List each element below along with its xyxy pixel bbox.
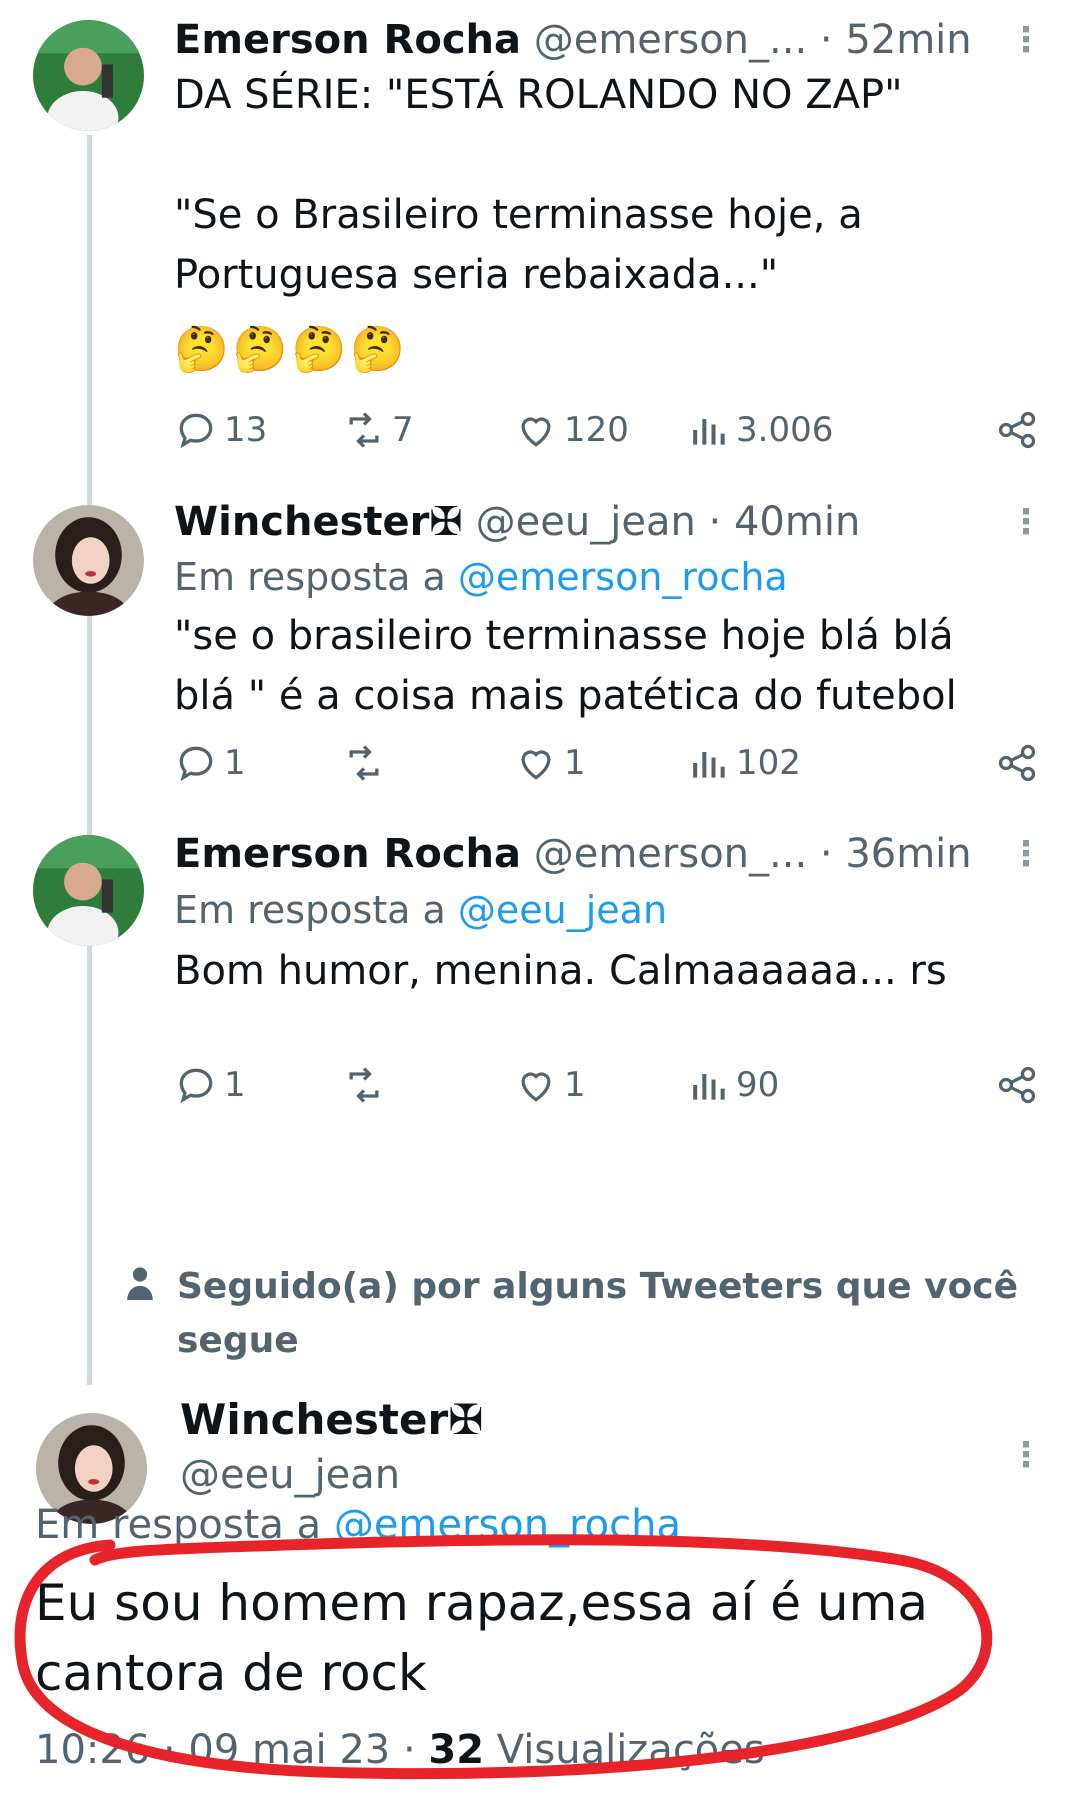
share-icon — [998, 1066, 1036, 1104]
avatar[interactable] — [33, 505, 144, 616]
tweet-actions: 1 1 90 — [174, 1060, 1039, 1110]
like-count: 1 — [564, 743, 586, 783]
more-icon[interactable]: ⋮ — [1009, 15, 1043, 65]
author-name[interactable]: Emerson Rocha — [174, 831, 521, 877]
avatar[interactable] — [33, 835, 144, 946]
like-count: 1 — [564, 1065, 586, 1105]
mention-link[interactable]: @emerson_rocha — [334, 1502, 681, 1548]
focal-tweet-meta: 10:26 · 09 mai 23 · 32 Visualizações — [35, 1722, 765, 1778]
replying-prefix: Em resposta a — [174, 555, 458, 599]
author-handle[interactable]: @eeu_jean — [180, 1450, 400, 1500]
like-button[interactable]: 1 — [514, 738, 586, 788]
tweet-text: DA SÉRIE: "ESTÁ ROLANDO NO ZAP" "Se o Br… — [174, 72, 903, 298]
retweet-icon — [349, 412, 379, 448]
focal-views-count: 32 — [428, 1727, 485, 1773]
tweet-header: Emerson Rocha @emerson_... · 36min — [174, 829, 1019, 879]
like-icon — [521, 1072, 551, 1102]
focal-views-label[interactable]: Visualizações — [484, 1727, 765, 1773]
followed-note-text: Seguido(a) por alguns Tweeters que você … — [177, 1266, 1019, 1361]
share-button[interactable] — [995, 738, 1039, 788]
author-handle[interactable]: @eeu_jean — [476, 499, 696, 545]
views-button[interactable]: 3.006 — [686, 405, 833, 455]
more-icon[interactable]: ⋮ — [1009, 1430, 1043, 1480]
tweet-text: "se o brasileiro terminasse hoje blá blá… — [174, 613, 957, 719]
reply-button[interactable]: 1 — [174, 1060, 246, 1110]
views-icon — [693, 1074, 725, 1100]
retweet-button[interactable]: 7 — [342, 405, 414, 455]
views-button[interactable]: 90 — [686, 1060, 779, 1110]
tweet-emoji: 🤔🤔🤔🤔 — [174, 324, 410, 375]
mention-link[interactable]: @emerson_rocha — [458, 555, 788, 599]
share-button[interactable] — [995, 405, 1039, 455]
share-button[interactable] — [995, 1060, 1039, 1110]
views-button[interactable]: 102 — [686, 738, 801, 788]
focal-tweet-text: Eu sou homem rapaz,essa aí é uma cantora… — [35, 1574, 928, 1702]
views-count: 90 — [736, 1065, 780, 1105]
retweet-button[interactable] — [342, 1060, 392, 1110]
author-name[interactable]: Winchester✠ — [180, 1393, 483, 1447]
share-icon — [998, 744, 1036, 782]
reply-count: 1 — [224, 743, 246, 783]
thread-line — [87, 135, 92, 1385]
person-icon — [127, 1267, 153, 1300]
retweet-count: 7 — [392, 410, 414, 450]
retweet-icon — [349, 1067, 379, 1103]
tweet-header: Winchester✠ @eeu_jean · 40min — [174, 497, 1019, 547]
reply-button[interactable]: 13 — [174, 405, 267, 455]
avatar[interactable] — [33, 20, 144, 131]
views-icon — [693, 419, 725, 445]
author-name[interactable]: Emerson Rocha — [174, 17, 521, 63]
views-count: 102 — [736, 743, 801, 783]
tweet-time[interactable]: · 40min — [709, 499, 861, 545]
tweet-text: Bom humor, menina. Calmaaaaaa... rs — [174, 948, 947, 994]
mention-link[interactable]: @eeu_jean — [458, 888, 667, 932]
reply-icon — [179, 413, 213, 449]
replying-to: Em resposta a @emerson_rocha — [174, 552, 788, 602]
tweet-time[interactable]: · 52min — [820, 17, 972, 63]
author-name[interactable]: Winchester✠ — [174, 499, 463, 545]
focal-timestamp[interactable]: 10:26 · 09 mai 23 · — [35, 1727, 428, 1773]
reply-icon — [179, 746, 213, 782]
reply-count: 1 — [224, 1065, 246, 1105]
reply-count: 13 — [224, 410, 268, 450]
like-count: 120 — [564, 410, 629, 450]
tweet-actions: 13 7 120 3.006 — [174, 405, 1039, 455]
avatar-photo — [33, 835, 144, 946]
avatar-photo — [33, 20, 144, 131]
reply-icon — [179, 1068, 213, 1104]
tweet-actions: 1 1 102 — [174, 738, 1039, 788]
replying-prefix: Em resposta a — [174, 888, 458, 932]
like-button[interactable]: 120 — [514, 405, 629, 455]
views-icon — [693, 752, 725, 778]
reply-button[interactable]: 1 — [174, 738, 246, 788]
author-handle[interactable]: @emerson_... — [534, 17, 807, 63]
more-icon[interactable]: ⋮ — [1009, 829, 1043, 879]
retweet-button[interactable] — [342, 738, 392, 788]
replying-to: Em resposta a @eeu_jean — [174, 885, 667, 935]
tweet-header: Emerson Rocha @emerson_... · 52min — [174, 15, 1019, 65]
share-icon — [998, 411, 1036, 449]
replying-to: Em resposta a @emerson_rocha — [35, 1500, 681, 1550]
tweet-time[interactable]: · 36min — [820, 831, 972, 877]
retweet-icon — [349, 745, 379, 781]
avatar-photo — [33, 505, 144, 616]
like-icon — [521, 750, 551, 780]
more-icon[interactable]: ⋮ — [1009, 497, 1043, 547]
views-count: 3.006 — [736, 410, 834, 450]
like-button[interactable]: 1 — [514, 1060, 586, 1110]
followed-by-note: Seguido(a) por alguns Tweeters que você … — [125, 1260, 1039, 1368]
author-handle[interactable]: @emerson_... — [534, 831, 807, 877]
like-icon — [521, 417, 551, 447]
replying-prefix: Em resposta a — [35, 1502, 334, 1548]
